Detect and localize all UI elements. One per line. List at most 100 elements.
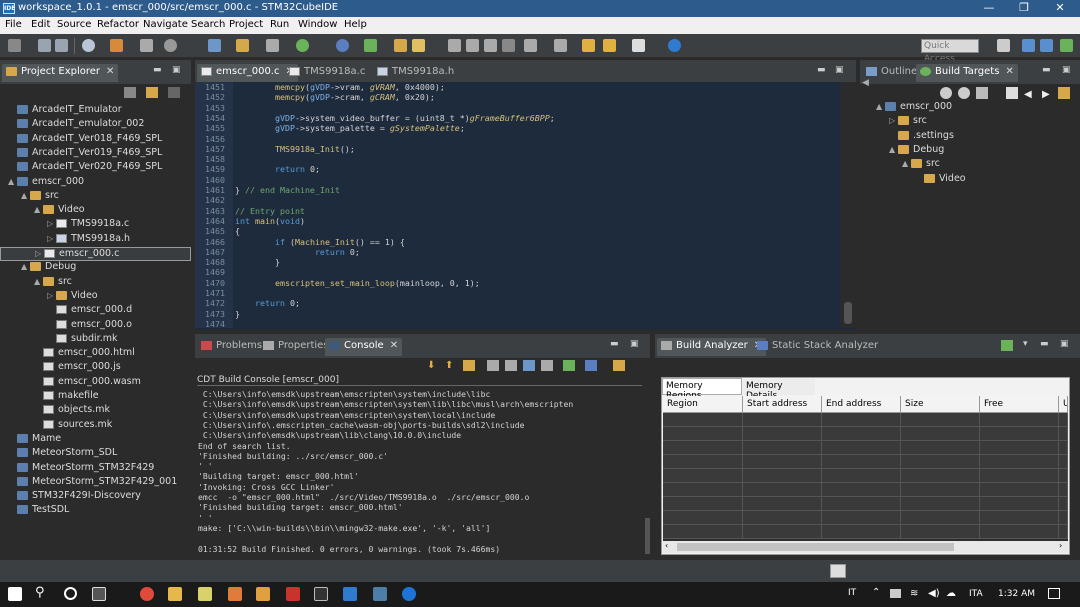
- search-icon[interactable]: ⚲: [35, 585, 45, 600]
- code-line[interactable]: }: [235, 257, 280, 267]
- open-console-icon[interactable]: [585, 360, 597, 371]
- new-target-icon[interactable]: [940, 87, 952, 99]
- code-line[interactable]: memcpy(gVDP->vram, gVRAM, 0x4000);: [235, 82, 445, 92]
- minimize-view-icon[interactable]: ▬: [1042, 65, 1051, 75]
- external-tools-icon[interactable]: [336, 39, 349, 52]
- forward-arrow-icon[interactable]: [603, 39, 616, 52]
- quick-access-input[interactable]: Quick Access: [921, 39, 979, 64]
- mark-occurrences-icon[interactable]: [448, 39, 461, 52]
- expand-arrow-icon[interactable]: ▷: [47, 234, 56, 243]
- build-target-item[interactable]: ▲ Debug: [872, 144, 1072, 158]
- input-language[interactable]: ITA: [969, 589, 983, 599]
- menu-project[interactable]: Project: [229, 19, 263, 30]
- expand-arrow-icon[interactable]: ▲: [889, 145, 898, 154]
- save-all-icon[interactable]: [55, 39, 68, 52]
- scroll-left-icon[interactable]: ‹: [665, 541, 668, 550]
- menu-window[interactable]: Window: [298, 19, 337, 30]
- tree-item[interactable]: MeteorStorm_STM32F429: [0, 462, 191, 476]
- tree-item[interactable]: MeteorStorm_SDL: [0, 447, 191, 461]
- tree-item[interactable]: ▷ TMS9918a.h: [0, 233, 191, 247]
- chrome-icon[interactable]: [140, 587, 154, 601]
- debug-config-icon[interactable]: [140, 39, 153, 52]
- console-output[interactable]: C:\Users\info\emsdk\upstream\emscripten\…: [196, 389, 642, 557]
- code-line[interactable]: TMS9918a_Init();: [235, 144, 355, 154]
- next-annotation-icon[interactable]: [524, 39, 537, 52]
- column-header[interactable]: Region: [663, 396, 743, 413]
- menu-search[interactable]: Search: [191, 19, 225, 30]
- minimize-button[interactable]: —: [971, 0, 1007, 17]
- cpp-perspective-icon[interactable]: [1022, 39, 1035, 52]
- cortana-icon[interactable]: [64, 587, 77, 600]
- tree-item[interactable]: emscr_000.d: [0, 304, 191, 318]
- subtab-memory-regions[interactable]: Memory Regions: [662, 378, 742, 401]
- build-hammer-icon[interactable]: [110, 39, 123, 52]
- tab-project-explorer[interactable]: Project Explorer ✕: [2, 64, 119, 82]
- wifi-icon[interactable]: ≋: [910, 588, 918, 599]
- build-target-item[interactable]: ▲ src: [872, 158, 1072, 172]
- build-target-icon[interactable]: [976, 87, 988, 99]
- menu-file[interactable]: File: [5, 19, 22, 30]
- back-arrow-icon[interactable]: ◀: [1024, 89, 1032, 100]
- tree-item[interactable]: ArcadeIT_Emulator: [0, 104, 191, 118]
- tree-item[interactable]: emscr_000.js: [0, 361, 191, 375]
- expand-arrow-icon[interactable]: ▷: [889, 116, 898, 125]
- expand-arrow-icon[interactable]: ▷: [47, 219, 56, 228]
- new-console-icon[interactable]: [613, 360, 625, 371]
- tab-problems[interactable]: Problems: [197, 338, 266, 356]
- edge-icon[interactable]: [402, 587, 416, 601]
- menu-help[interactable]: Help: [344, 19, 367, 30]
- expand-arrow-icon[interactable]: ▲: [876, 102, 885, 111]
- code-line[interactable]: return 0;: [235, 164, 320, 174]
- notepad-icon[interactable]: [198, 587, 212, 601]
- app-f-icon[interactable]: [256, 587, 270, 601]
- expand-arrow-icon[interactable]: ▲: [21, 191, 30, 200]
- maximize-view-icon[interactable]: ▣: [1060, 339, 1069, 349]
- tray-chevron-icon[interactable]: ⌃: [872, 587, 880, 598]
- close-icon[interactable]: ✕: [1005, 66, 1013, 77]
- open-type-icon[interactable]: [266, 39, 279, 52]
- tab-static-stack-analyzer[interactable]: Static Stack Analyzer: [753, 338, 882, 356]
- view-menu-icon[interactable]: [168, 87, 180, 98]
- editor-e-icon[interactable]: [228, 587, 242, 601]
- code-line[interactable]: gVDP->system_palette = gSystemPalette;: [235, 123, 465, 133]
- tree-item[interactable]: emscr_000.o: [0, 319, 191, 333]
- restore-button[interactable]: ❐: [1006, 0, 1042, 17]
- build-target-item[interactable]: Video: [872, 173, 1072, 187]
- show-whitespace-icon[interactable]: [502, 39, 515, 52]
- pin-console-icon[interactable]: [541, 360, 553, 371]
- windows-start-icon[interactable]: [8, 587, 22, 601]
- code-line[interactable]: return 0;: [235, 298, 300, 308]
- expand-arrow-icon[interactable]: ▷: [35, 249, 44, 258]
- volume-icon[interactable]: ◀): [928, 588, 940, 599]
- tab-console[interactable]: Console ✕: [325, 338, 403, 356]
- scroll-down-icon[interactable]: ⬇: [427, 360, 435, 371]
- tab-properties[interactable]: Properties: [259, 338, 333, 356]
- menu-edit[interactable]: Edit: [31, 19, 50, 30]
- minimize-view-icon[interactable]: ▬: [1040, 339, 1049, 349]
- tree-item[interactable]: TestSDL: [0, 504, 191, 518]
- clock[interactable]: 1:32 AM: [998, 589, 1035, 599]
- column-header[interactable]: Start address: [743, 396, 822, 413]
- column-header[interactable]: Size: [901, 396, 980, 413]
- tree-item[interactable]: ▲ Debug: [0, 261, 191, 275]
- tree-item[interactable]: ▲ emscr_000: [0, 176, 191, 190]
- code-line[interactable]: if (Machine_Init() == 1) {: [235, 237, 405, 247]
- tree-item[interactable]: MeteorStorm_STM32F429_001: [0, 476, 191, 490]
- scroll-right-icon[interactable]: ›: [1059, 541, 1062, 550]
- tab-emscr-000-c[interactable]: emscr_000.c✕: [197, 64, 298, 82]
- tab-tms9918a-c[interactable]: TMS9918a.c: [285, 64, 369, 82]
- debug-icon[interactable]: [208, 39, 221, 52]
- filezilla-icon[interactable]: [286, 587, 300, 601]
- task-view-icon[interactable]: [92, 587, 106, 601]
- tree-item[interactable]: ▷ TMS9918a.c: [0, 218, 191, 232]
- code-line[interactable]: memcpy(gVDP->cram, gCRAM, 0x20);: [235, 92, 435, 102]
- column-header[interactable]: U: [1059, 396, 1068, 413]
- expand-arrow-icon[interactable]: ▲: [8, 177, 17, 186]
- pencil-icon[interactable]: [412, 39, 425, 52]
- tree-item[interactable]: ArcadeIT_Ver018_F469_SPL: [0, 133, 191, 147]
- search-folder-icon[interactable]: [394, 39, 407, 52]
- mx-perspective-icon[interactable]: [1040, 39, 1053, 52]
- code-line[interactable]: } // end Machine_Init: [235, 185, 340, 195]
- tab-outline[interactable]: Outline: [862, 64, 921, 82]
- maximize-view-icon[interactable]: ▣: [835, 65, 844, 75]
